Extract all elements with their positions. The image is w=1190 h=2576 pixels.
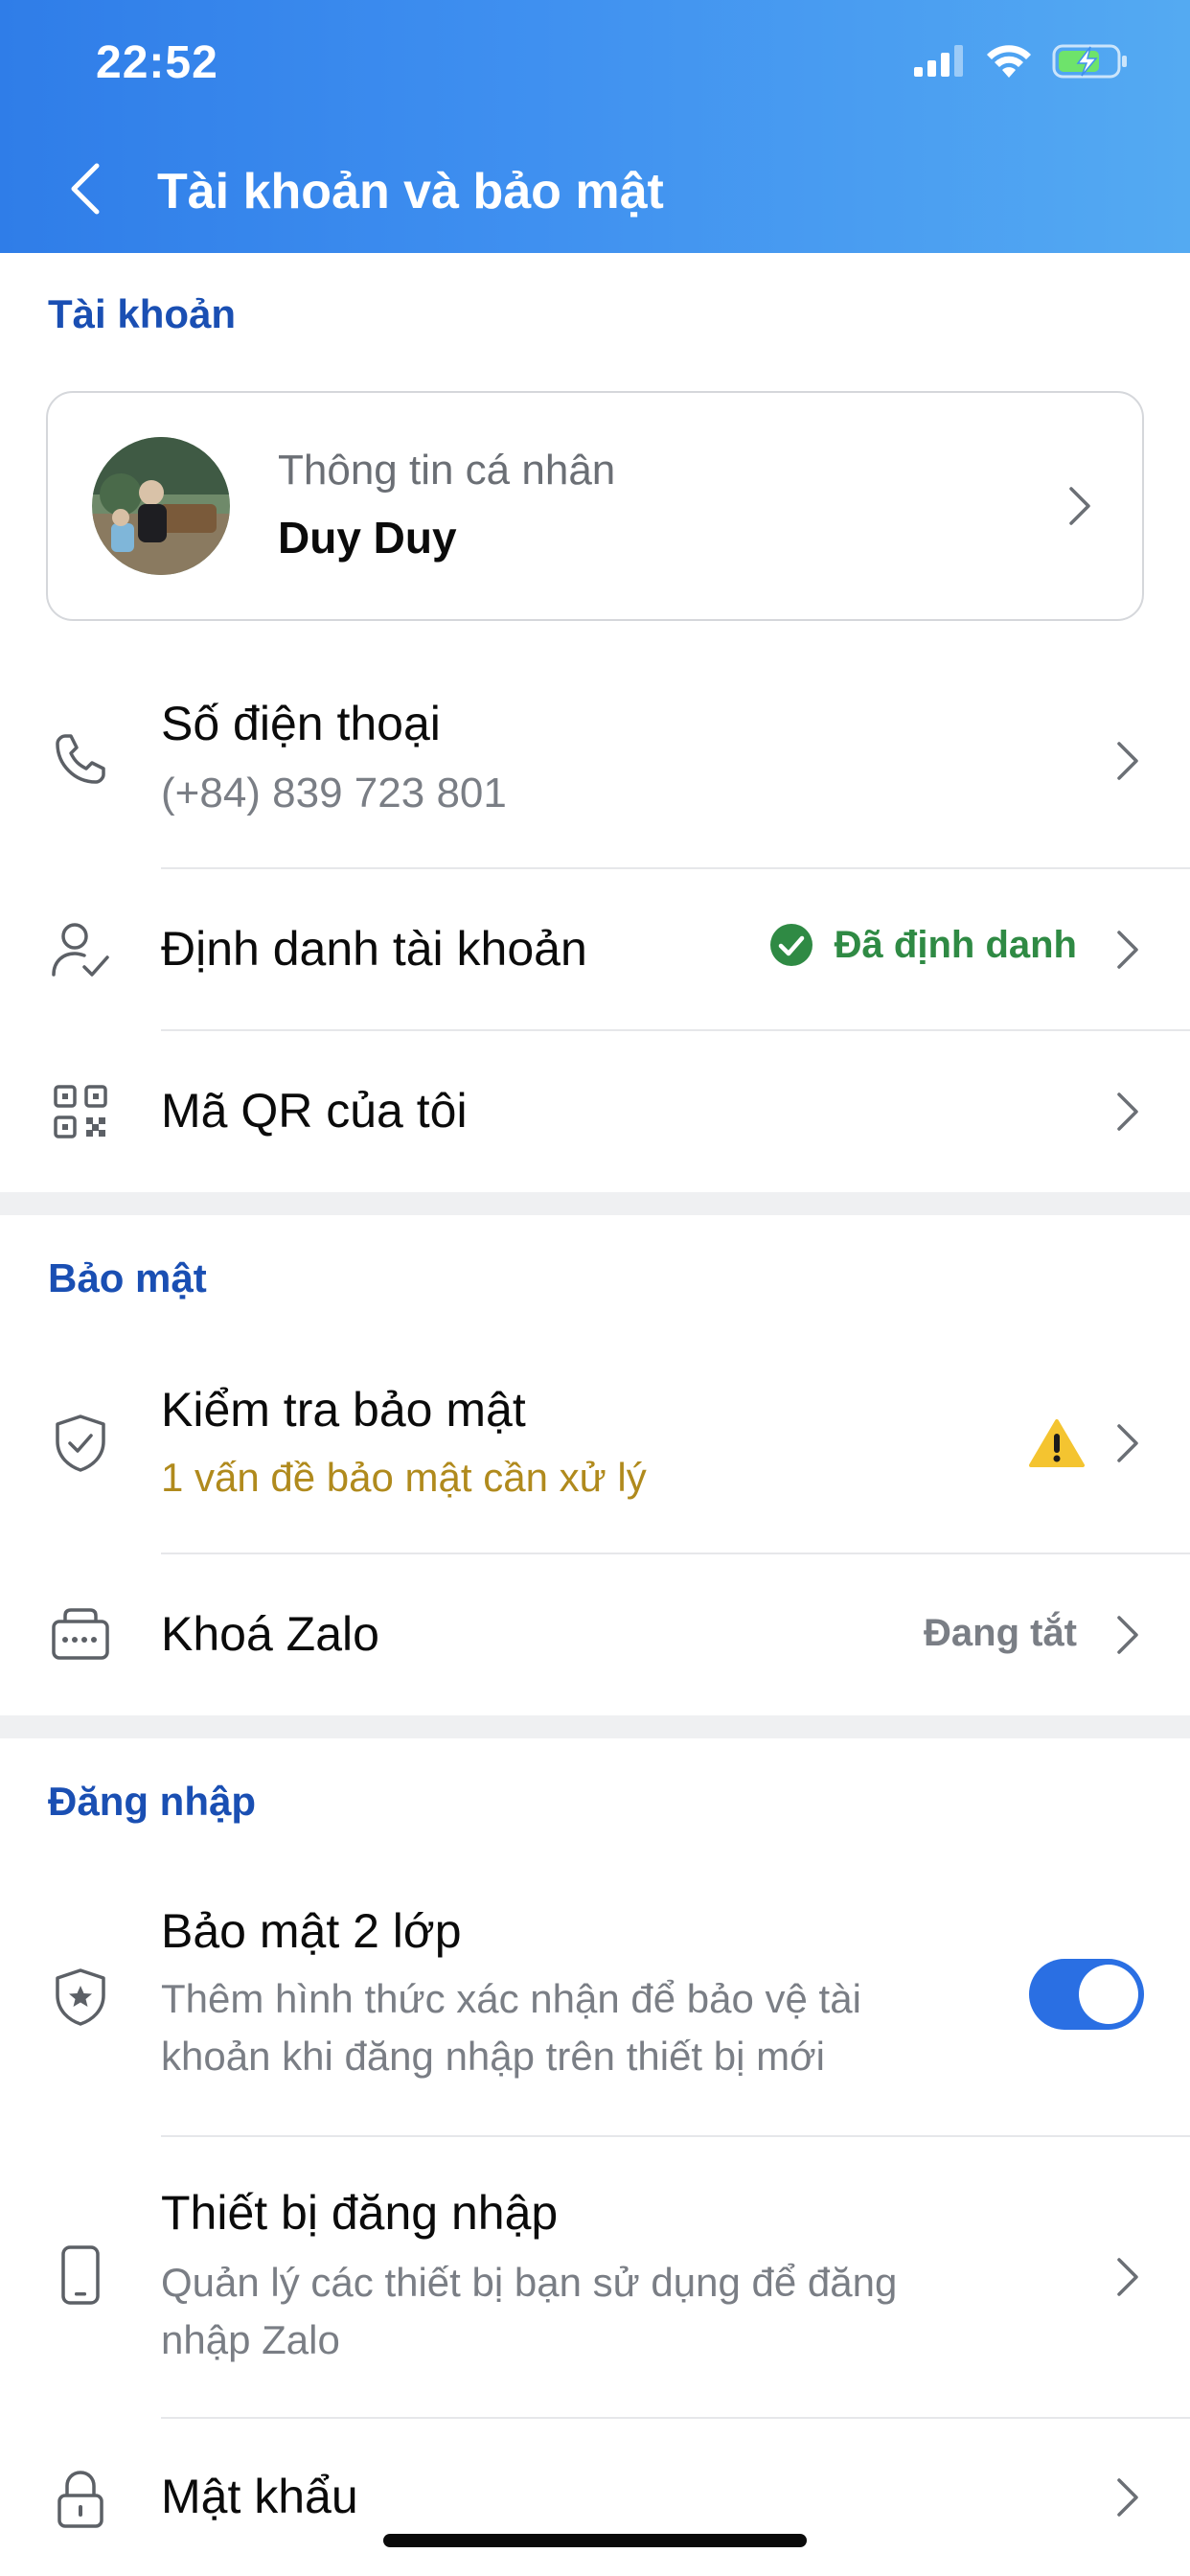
toggle-knob (1079, 1965, 1138, 2024)
identity-row[interactable]: Định danh tài khoản Đã định danh (0, 869, 1190, 1030)
wifi-icon (987, 45, 1031, 78)
profile-card[interactable]: Thông tin cá nhân Duy Duy (46, 391, 1144, 621)
phone-number: (+84) 839 723 801 (161, 770, 507, 816)
two-factor-title: Bảo mật 2 lớp (161, 1904, 462, 1958)
chevron-right-icon (1117, 931, 1138, 969)
password-title: Mật khẩu (161, 2470, 358, 2523)
chevron-right-icon (1117, 742, 1138, 780)
lock-zalo-title: Khoá Zalo (161, 1607, 379, 1661)
signal-icon (914, 45, 963, 77)
section-divider (0, 1192, 1190, 1215)
devices-row[interactable]: Thiết bị đăng nhập Quản lý các thiết bị … (0, 2137, 1190, 2417)
two-factor-subtitle-1: Thêm hình thức xác nhận để bảo vệ tài (161, 1976, 861, 2021)
chevron-right-icon (1117, 1424, 1138, 1462)
devices-title: Thiết bị đăng nhập (161, 2186, 559, 2240)
page-title: Tài khoản và bảo mật (157, 164, 664, 219)
header-bar: 22:52 Tài khoản và bảo mật (0, 0, 1190, 253)
keyboard-lock-icon (50, 1604, 111, 1666)
section-title-account: Tài khoản (48, 291, 237, 336)
chevron-right-icon (1117, 1092, 1138, 1131)
battery-charging-icon (1052, 44, 1127, 79)
status-time: 22:52 (96, 37, 218, 88)
avatar (92, 437, 230, 575)
identity-status-label: Đã định danh (834, 923, 1077, 966)
qr-row[interactable]: Mã QR của tôi (0, 1031, 1190, 1192)
status-icons (912, 42, 1129, 80)
back-button[interactable] (56, 153, 113, 224)
two-factor-subtitle-2: khoản khi đăng nhập trên thiết bị mới (161, 2034, 825, 2079)
qr-title: Mã QR của tôi (161, 1084, 468, 1138)
warning-icon (1029, 1419, 1085, 1467)
home-indicator (383, 2534, 807, 2547)
section-divider (0, 1715, 1190, 1738)
section-title-security: Bảo mật (48, 1255, 207, 1300)
lock-icon (50, 2469, 111, 2530)
security-check-row[interactable]: Kiểm tra bảo mật 1 vấn đề bảo mật cần xử… (0, 1347, 1190, 1552)
security-check-subtitle: 1 vấn đề bảo mật cần xử lý (161, 1455, 647, 1500)
profile-label: Thông tin cá nhân (278, 447, 616, 494)
check-circle-icon (769, 924, 812, 966)
profile-name: Duy Duy (278, 513, 457, 563)
chevron-right-icon (1069, 487, 1090, 525)
shield-check-icon (50, 1413, 111, 1474)
identity-title: Định danh tài khoản (161, 922, 587, 976)
identity-status: Đã định danh (769, 923, 1077, 967)
user-check-icon (50, 919, 111, 980)
password-row[interactable]: Mật khẩu (0, 2419, 1190, 2576)
smartphone-icon (50, 2244, 111, 2306)
phone-icon (50, 728, 111, 790)
lock-zalo-row[interactable]: Khoá Zalo Đang tắt (0, 1554, 1190, 1715)
chevron-right-icon (1117, 1616, 1138, 1654)
security-check-title: Kiểm tra bảo mật (161, 1383, 526, 1437)
chevron-right-icon (1117, 2478, 1138, 2517)
two-factor-toggle[interactable] (1029, 1959, 1144, 2030)
qr-code-icon (50, 1081, 111, 1142)
chevron-right-icon (1117, 2258, 1138, 2296)
section-title-login: Đăng nhập (48, 1779, 256, 1824)
devices-subtitle-2: nhập Zalo (161, 2317, 340, 2362)
phone-row[interactable]: Số điện thoại (+84) 839 723 801 (0, 671, 1190, 868)
lock-zalo-status: Đang tắt (924, 1612, 1077, 1654)
chevron-left-icon (71, 163, 100, 215)
phone-title: Số điện thoại (161, 697, 441, 750)
devices-subtitle-1: Quản lý các thiết bị bạn sử dụng để đăng (161, 2260, 898, 2305)
two-factor-row[interactable]: Bảo mật 2 lớp Thêm hình thức xác nhận để… (0, 1874, 1190, 2135)
shield-star-icon (50, 1966, 111, 2028)
